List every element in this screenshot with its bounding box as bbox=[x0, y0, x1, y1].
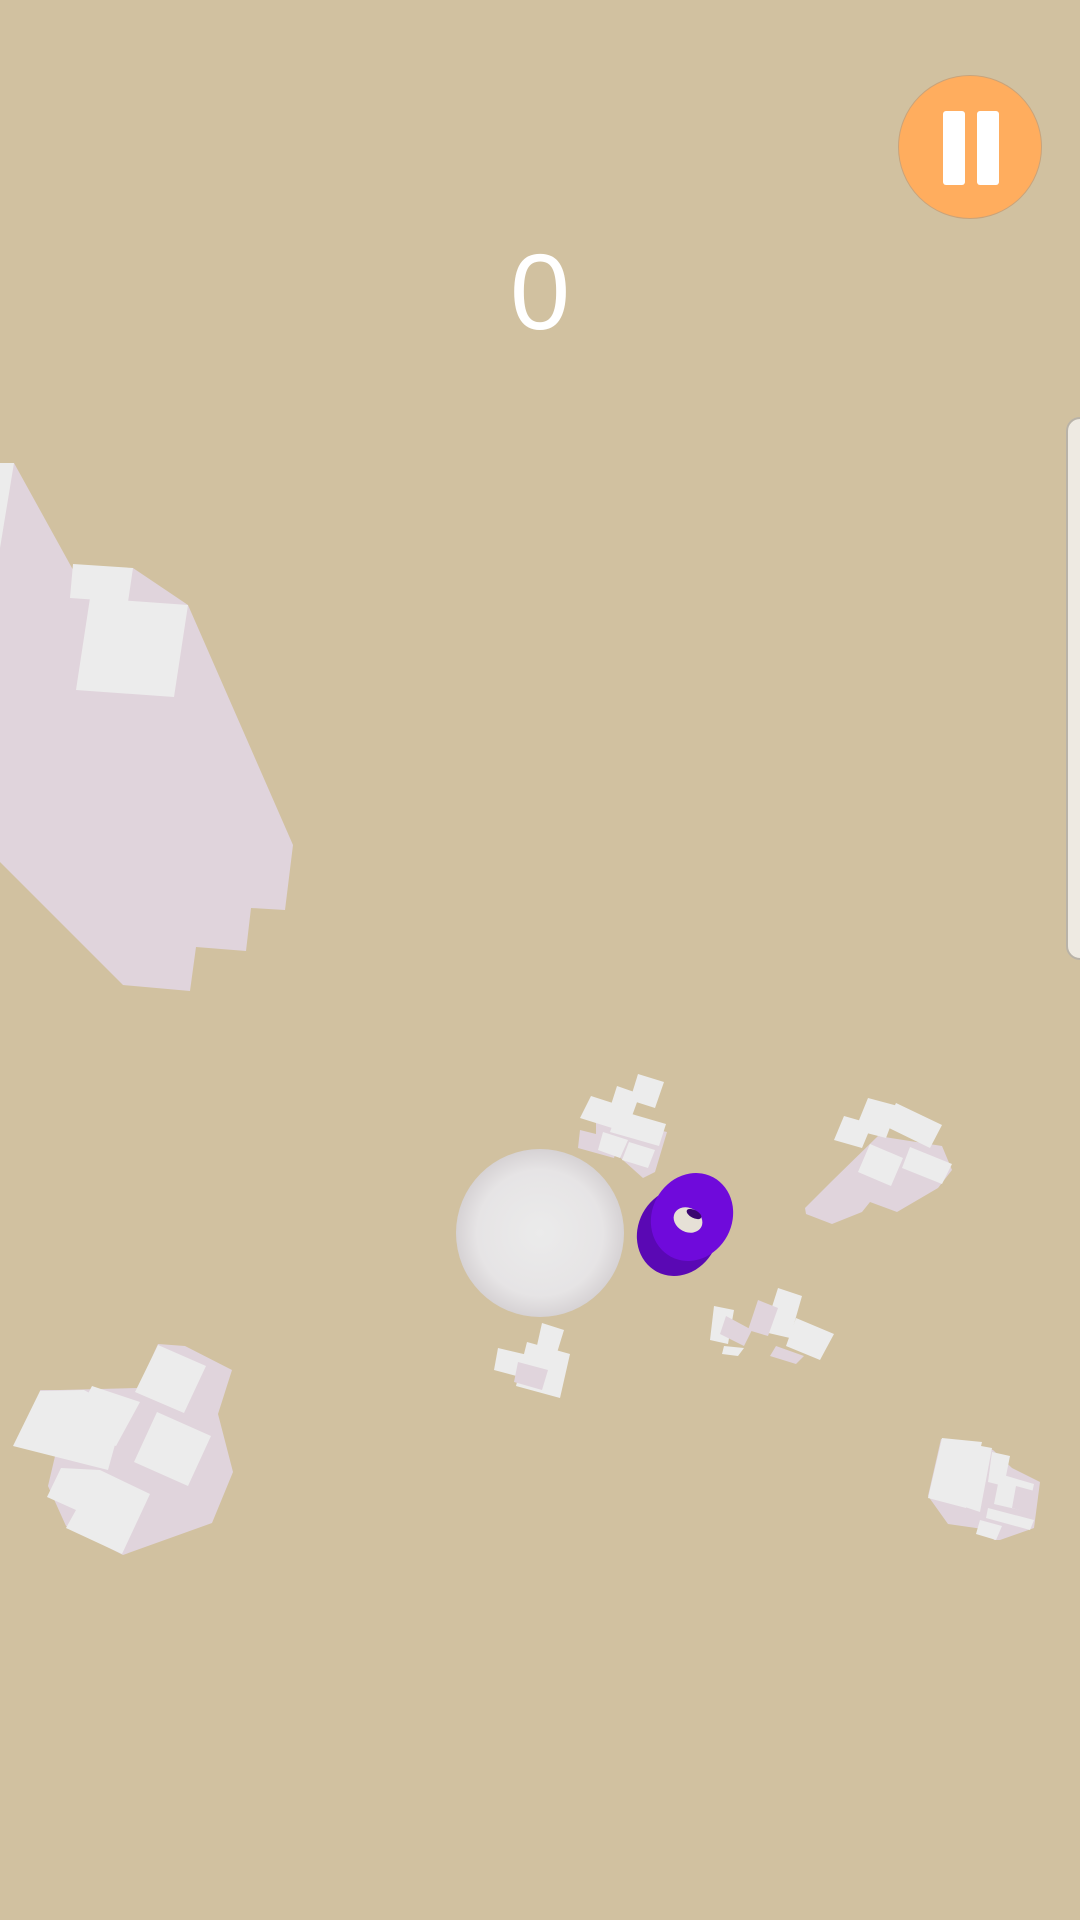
purple-ring bbox=[636, 1173, 734, 1276]
game-stage[interactable]: 0 bbox=[0, 0, 1080, 1920]
pause-button[interactable] bbox=[898, 75, 1042, 219]
rock-cluster-small-middle bbox=[710, 1288, 834, 1364]
large-rock-left bbox=[0, 463, 293, 991]
player-ball bbox=[456, 1149, 624, 1317]
pause-bar-right bbox=[977, 111, 999, 185]
rock-cluster-lower-right bbox=[928, 1438, 1040, 1540]
rock-cluster-lower-left bbox=[13, 1344, 233, 1555]
side-panel-handle[interactable] bbox=[1066, 417, 1080, 960]
rock-cluster-upper-middle bbox=[578, 1074, 667, 1178]
pause-bar-left bbox=[943, 111, 965, 185]
rock-cluster-lower-middle bbox=[494, 1323, 570, 1398]
rock-cluster-upper-right bbox=[805, 1098, 952, 1224]
pause-icon bbox=[939, 111, 1003, 185]
score-display: 0 bbox=[509, 231, 571, 352]
